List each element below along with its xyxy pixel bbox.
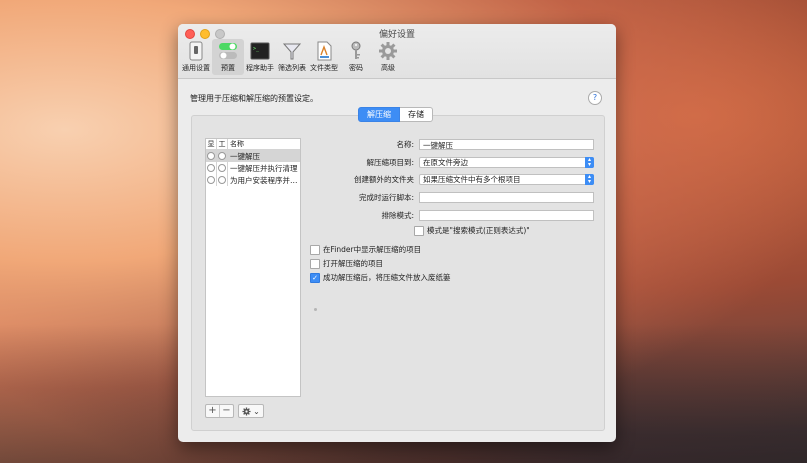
- tab-filter[interactable]: 筛选列表: [276, 39, 308, 75]
- updown-arrows-icon: ▴ ▾: [585, 173, 594, 185]
- show-radio[interactable]: [207, 176, 215, 184]
- run-script-field[interactable]: [419, 191, 594, 203]
- column-header-name[interactable]: 名称: [228, 139, 244, 149]
- split-handle[interactable]: [314, 308, 317, 311]
- show-radio[interactable]: [207, 164, 215, 172]
- updown-arrows-icon: ▴ ▾: [585, 156, 594, 168]
- show-in-finder-checkbox[interactable]: [310, 244, 320, 255]
- toolbar: 通用设置 预置 >_ 程序助手 筛选列表 文件类型 密码 高级: [180, 39, 404, 75]
- preset-list-header: 显 工 名称: [206, 139, 300, 150]
- tab-advanced-label: 高级: [381, 64, 395, 72]
- open-extracted-checkbox[interactable]: [310, 258, 320, 269]
- run-script-row: 完成时运行脚本:: [312, 191, 602, 203]
- tab-password[interactable]: 密码: [340, 39, 372, 75]
- tab-password-label: 密码: [349, 64, 363, 72]
- name-label: 名称:: [396, 139, 414, 149]
- exclude-row: 排除模式:: [312, 209, 602, 221]
- segment-store[interactable]: 存储: [400, 107, 433, 122]
- column-header-tool[interactable]: 工: [217, 139, 228, 149]
- preset-list[interactable]: 显 工 名称 一键解压 一键解压并执行清理 为用户安装程序并…: [205, 138, 301, 397]
- tab-presets-label: 预置: [221, 64, 235, 72]
- trash-archive-label: 成功解压缩后，将压缩文件放入废纸篓: [323, 273, 451, 282]
- create-folder-select[interactable]: 如果压缩文件中有多个根项目 ▴ ▾: [419, 173, 594, 185]
- tool-radio[interactable]: [218, 176, 226, 184]
- trash-archive-option[interactable]: ✓ 成功解压缩后，将压缩文件放入废纸篓: [310, 272, 451, 283]
- remove-preset-button[interactable]: −: [219, 405, 233, 417]
- create-folder-value: 如果压缩文件中有多个根项目: [423, 174, 521, 184]
- chevron-down-icon: ⌄: [253, 406, 260, 416]
- add-preset-button[interactable]: +: [206, 405, 219, 417]
- action-menu-button[interactable]: ⌄: [238, 404, 264, 418]
- preset-name: 为用户安装程序并…: [230, 175, 298, 185]
- preset-row[interactable]: 一键解压: [206, 150, 300, 162]
- help-button[interactable]: ?: [588, 91, 602, 105]
- gear-icon: [242, 406, 251, 416]
- svg-text:>_: >_: [253, 46, 260, 52]
- show-in-finder-label: 在Finder中显示解压缩的项目: [323, 245, 422, 254]
- create-folder-row: 创建额外的文件夹 如果压缩文件中有多个根项目 ▴ ▾: [312, 173, 602, 185]
- preset-name: 一键解压: [230, 151, 260, 161]
- gear-icon: [378, 41, 398, 61]
- document-icon: [314, 41, 334, 61]
- tool-radio[interactable]: [218, 164, 226, 172]
- name-row: 名称: 一键解压: [312, 138, 602, 150]
- titlebar: 偏好设置 通用设置 预置 >_ 程序助手 筛选列表 文件类型 密码 高级: [178, 24, 616, 79]
- name-field[interactable]: 一键解压: [419, 138, 594, 150]
- open-extracted-option[interactable]: 打开解压缩的项目: [310, 258, 383, 269]
- create-folder-label: 创建额外的文件夹: [354, 174, 414, 184]
- preset-name: 一键解压并执行清理: [230, 163, 298, 173]
- add-remove-group: + −: [205, 404, 234, 418]
- column-header-show[interactable]: 显: [206, 139, 217, 149]
- open-extracted-label: 打开解压缩的项目: [323, 259, 383, 268]
- pattern-regex-label: 模式是"搜索模式(正则表达式)": [427, 226, 530, 235]
- preset-row[interactable]: 一键解压并执行清理: [206, 162, 300, 174]
- show-in-finder-option[interactable]: 在Finder中显示解压缩的项目: [310, 244, 421, 255]
- terminal-icon: >_: [250, 41, 270, 61]
- segment-extract[interactable]: 解压缩: [358, 107, 400, 122]
- tab-general[interactable]: 通用设置: [180, 39, 212, 75]
- toggle-icon: [218, 41, 238, 61]
- extract-to-label: 解压缩项目到:: [366, 157, 414, 167]
- pane-description: 管理用于压缩和解压缩的预置设定。: [190, 94, 318, 103]
- extract-to-select[interactable]: 在原文件旁边 ▴ ▾: [419, 156, 594, 168]
- tool-radio[interactable]: [218, 152, 226, 160]
- extract-to-value: 在原文件旁边: [423, 157, 468, 167]
- tab-helper[interactable]: >_ 程序助手: [244, 39, 276, 75]
- pattern-regex-checkbox[interactable]: [414, 225, 424, 236]
- preset-type-segmented: 解压缩 存储: [358, 107, 433, 122]
- run-script-label: 完成时运行脚本:: [358, 192, 414, 202]
- filter-icon: [282, 41, 302, 61]
- key-icon: [346, 41, 366, 61]
- tab-helper-label: 程序助手: [246, 64, 274, 72]
- preset-row[interactable]: 为用户安装程序并…: [206, 174, 300, 186]
- tab-filetypes[interactable]: 文件类型: [308, 39, 340, 75]
- list-controls: + − ⌄: [205, 404, 264, 418]
- tab-presets[interactable]: 预置: [212, 39, 244, 75]
- tab-filter-label: 筛选列表: [278, 64, 306, 72]
- exclude-field[interactable]: [419, 209, 594, 221]
- presets-pane: 管理用于压缩和解压缩的预置设定。 ? 显 工 名称 一键解压 一键解压并执行清理: [178, 79, 616, 442]
- tab-advanced[interactable]: 高级: [372, 39, 404, 75]
- presets-panel: 显 工 名称 一键解压 一键解压并执行清理 为用户安装程序并… + − ⌄ 名称…: [191, 115, 605, 431]
- tab-general-label: 通用设置: [182, 64, 210, 72]
- pattern-regex-option[interactable]: 模式是"搜索模式(正则表达式)": [414, 225, 530, 236]
- switch-icon: [186, 41, 206, 61]
- extract-to-row: 解压缩项目到: 在原文件旁边 ▴ ▾: [312, 156, 602, 168]
- preferences-window: 偏好设置 通用设置 预置 >_ 程序助手 筛选列表 文件类型 密码 高级 管理用…: [178, 24, 616, 442]
- trash-archive-checkbox[interactable]: ✓: [310, 272, 320, 283]
- tab-filetypes-label: 文件类型: [310, 64, 338, 72]
- exclude-label: 排除模式:: [381, 210, 414, 220]
- show-radio[interactable]: [207, 152, 215, 160]
